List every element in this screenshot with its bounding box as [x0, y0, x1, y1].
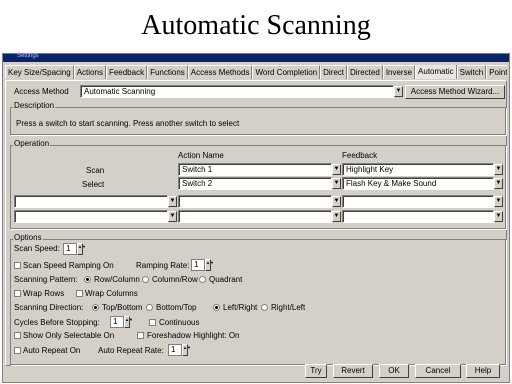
scan-action-select[interactable]: Switch 1 [178, 163, 332, 176]
scan-speed-ramping-checkbox[interactable] [14, 262, 21, 269]
extra-label-select-1[interactable] [14, 195, 168, 208]
pattern-quadrant-label: Quadrant [209, 275, 243, 284]
auto-repeat-checkbox[interactable] [14, 347, 21, 354]
feedback-header: Feedback [342, 151, 378, 160]
select-action-select[interactable]: Switch 2 [178, 177, 332, 190]
pattern-row-column-label: Row/Column [94, 275, 140, 284]
chevron-down-icon[interactable]: ▼ [332, 164, 341, 175]
continuous-label: Continuous [159, 318, 200, 327]
chevron-down-icon[interactable]: ▼ [332, 178, 341, 189]
tab-point[interactable]: Point [486, 65, 507, 79]
wrap-columns-checkbox[interactable] [76, 290, 83, 297]
tab-panel: Access Method Automatic Scanning ▼ Acces… [5, 80, 507, 366]
foreshadow-checkbox[interactable] [137, 332, 144, 339]
spinner-arrows-icon[interactable]: ▲▼ [124, 316, 133, 328]
operation-title: Operation [13, 139, 51, 148]
scan-speed-value[interactable]: 1 [63, 243, 77, 255]
tab-strip: Key Size/Spacing Actions Feedback Functi… [5, 65, 507, 80]
options-group [10, 239, 506, 365]
extra-action-select-2[interactable] [178, 210, 332, 223]
tab-inverse[interactable]: Inverse [382, 65, 416, 79]
chevron-down-icon[interactable]: ▼ [494, 196, 503, 207]
wrap-columns-label: Wrap Columns [85, 289, 138, 298]
tab-actions[interactable]: Actions [73, 65, 106, 79]
auto-repeat-rate-value[interactable]: 1 [168, 344, 182, 356]
dir-left-right-label: Left/Right [223, 303, 258, 312]
cycles-label: Cycles Before Stopping: [14, 318, 100, 327]
chevron-down-icon[interactable]: ▼ [394, 86, 403, 97]
scan-feedback-select[interactable]: Highlight Key [342, 163, 494, 176]
tab-automatic[interactable]: Automatic [415, 65, 457, 79]
spinner-arrows-icon[interactable]: ▲▼ [205, 259, 214, 271]
scanning-pattern-label: Scanning Pattern: [14, 275, 78, 284]
show-only-selectable-checkbox[interactable] [14, 332, 21, 339]
select-feedback-select[interactable]: Flash Key & Make Sound [342, 177, 494, 190]
chevron-down-icon[interactable]: ▼ [332, 211, 341, 222]
scan-speed-label: Scan Speed: [14, 244, 60, 253]
chevron-down-icon[interactable]: ▼ [332, 196, 341, 207]
dir-right-left-radio[interactable] [261, 304, 268, 311]
tab-access-methods[interactable]: Access Methods [187, 65, 253, 79]
wrap-rows-label: Wrap Rows [23, 289, 65, 298]
description-text: Press a switch to start scanning. Press … [16, 119, 240, 128]
ramping-rate-value[interactable]: 1 [191, 259, 205, 271]
dir-bottom-top-radio[interactable] [146, 304, 153, 311]
pattern-column-row-label: Column/Row [152, 275, 198, 284]
ramping-rate-label: Ramping Rate: [136, 261, 190, 270]
scanning-direction-label: Scanning Direction: [14, 303, 84, 312]
access-method-select[interactable]: Automatic Scanning [80, 85, 394, 98]
chevron-down-icon[interactable]: ▼ [494, 211, 503, 222]
auto-repeat-rate-label: Auto Repeat Rate: [98, 346, 164, 355]
tab-feedback[interactable]: Feedback [105, 65, 148, 79]
extra-feedback-select-2[interactable] [342, 210, 494, 223]
chevron-down-icon[interactable]: ▼ [494, 178, 503, 189]
wrap-rows-checkbox[interactable] [14, 290, 21, 297]
revert-button[interactable]: Revert [333, 364, 373, 378]
cycles-value[interactable]: 1 [110, 316, 124, 328]
access-method-label: Access Method [14, 87, 69, 96]
try-button[interactable]: Try [305, 364, 327, 378]
dir-bottom-top-label: Bottom/Top [156, 303, 197, 312]
continuous-checkbox[interactable] [149, 319, 156, 326]
settings-window: Settings Key Size/Spacing Actions Feedba… [2, 53, 510, 383]
help-button[interactable]: Help [466, 364, 500, 378]
extra-label-select-2[interactable] [14, 210, 168, 223]
tab-directed[interactable]: Directed [347, 65, 383, 79]
select-row-label: Select [82, 180, 105, 189]
tab-key-size-spacing[interactable]: Key Size/Spacing [5, 65, 74, 79]
ok-button[interactable]: OK [379, 364, 409, 378]
tab-word-completion[interactable]: Word Completion [252, 65, 321, 79]
spinner-arrows-icon[interactable]: ▲▼ [182, 344, 191, 356]
scan-speed-ramping-label: Scan Speed Ramping On [23, 261, 114, 270]
chevron-down-icon[interactable]: ▼ [168, 196, 177, 207]
scan-row-label: Scan [86, 166, 105, 175]
dir-top-bottom-radio[interactable] [92, 304, 99, 311]
tab-switch[interactable]: Switch [456, 65, 487, 79]
window-titlebar[interactable]: Settings [3, 53, 509, 62]
spinner-arrows-icon[interactable]: ▲▼ [77, 243, 86, 255]
description-title: Description [13, 101, 56, 110]
auto-repeat-label: Auto Repeat On [23, 346, 81, 355]
show-only-selectable-label: Show Only Selectable On [23, 331, 115, 340]
dir-right-left-label: Right/Left [271, 303, 306, 312]
slide-title: Automatic Scanning [141, 10, 371, 41]
extra-action-select-1[interactable] [178, 195, 332, 208]
access-method-wizard-button[interactable]: Access Method Wizard... [405, 85, 505, 99]
pattern-quadrant-radio[interactable] [199, 276, 206, 283]
options-title: Options [13, 233, 43, 242]
pattern-column-row-radio[interactable] [142, 276, 149, 283]
tab-direct[interactable]: Direct [320, 65, 348, 79]
chevron-down-icon[interactable]: ▼ [494, 164, 503, 175]
action-name-header: Action Name [178, 151, 224, 160]
tab-functions[interactable]: Functions [147, 65, 188, 79]
dir-left-right-radio[interactable] [213, 304, 220, 311]
cancel-button[interactable]: Cancel [415, 364, 461, 378]
extra-feedback-select-1[interactable] [342, 195, 494, 208]
pattern-row-column-radio[interactable] [84, 276, 91, 283]
dir-top-bottom-label: Top/Bottom [102, 303, 143, 312]
chevron-down-icon[interactable]: ▼ [168, 211, 177, 222]
window-title: Settings [17, 53, 39, 59]
foreshadow-label: Foreshadow Highlight: On [147, 331, 240, 340]
